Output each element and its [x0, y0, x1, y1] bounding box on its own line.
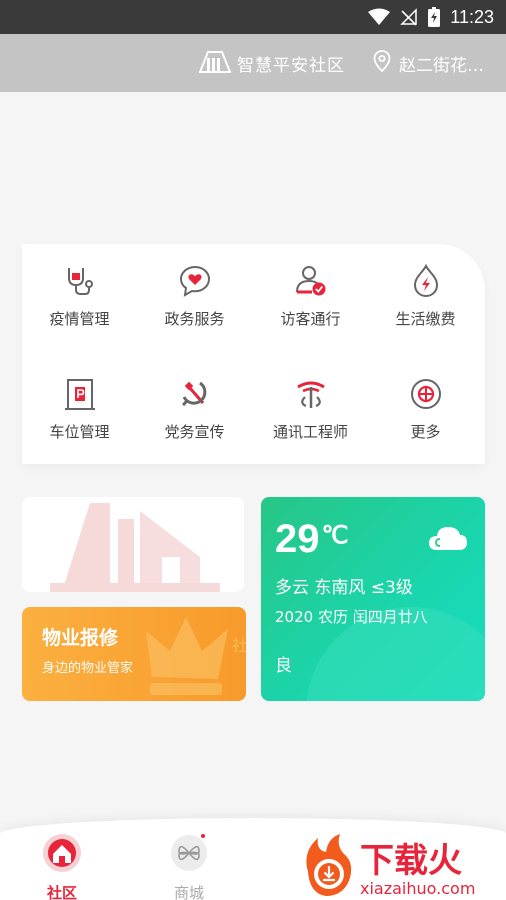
cloud-icon — [427, 523, 469, 557]
status-time: 11:23 — [450, 6, 494, 27]
weather-date: 2020 农历 闰四月廿八 — [275, 608, 428, 626]
temperature: 29℃ — [275, 517, 348, 562]
weather-description: 多云 东南风 ≤3级 — [275, 578, 413, 598]
service-government[interactable]: 政务服务 — [137, 244, 252, 344]
service-label: 疫情管理 — [49, 310, 110, 328]
flame-drop-icon — [409, 264, 443, 298]
battery-charging-icon — [428, 7, 441, 27]
brand-title: 智慧平安社区 — [237, 55, 345, 76]
party-emblem-icon — [178, 377, 212, 411]
temperature-value: 29 — [275, 517, 320, 561]
service-label: 更多 — [410, 423, 441, 441]
location-text: 赵二街花… — [399, 55, 484, 76]
stethoscope-icon — [63, 264, 97, 298]
location-selector[interactable]: 赵二街花… — [373, 50, 484, 76]
nav-tab-mall[interactable]: 商城 — [149, 832, 229, 900]
service-label: 通讯工程师 — [272, 423, 348, 441]
more-icon — [409, 377, 443, 411]
status-bar: 11:23 — [0, 0, 506, 34]
community-logo-card[interactable] — [22, 497, 244, 592]
home-icon — [41, 832, 83, 878]
no-signal-icon — [400, 8, 418, 26]
service-payment[interactable]: 生活缴费 — [368, 244, 483, 344]
parking-icon — [63, 377, 97, 411]
crown-decoration-icon: 社 — [146, 617, 246, 695]
heart-chat-icon — [178, 264, 212, 298]
service-visitor[interactable]: 访客通行 — [253, 244, 368, 344]
nav-label-community: 社区 — [46, 884, 77, 900]
mall-icon — [168, 832, 210, 878]
weather-card[interactable]: 29℃ 多云 东南风 ≤3级 2020 农历 闰四月廿八 良 — [261, 497, 485, 701]
temperature-unit: ℃ — [321, 522, 349, 549]
property-repair-card[interactable]: 社 物业报修 身边的物业管家 — [22, 607, 246, 701]
service-label: 党务宣传 — [164, 423, 225, 441]
location-pin-icon — [373, 50, 391, 76]
telecom-icon — [294, 377, 328, 411]
service-label: 生活缴费 — [395, 310, 456, 328]
service-label: 政务服务 — [164, 310, 225, 328]
service-parking[interactable]: 车位管理 — [22, 357, 137, 457]
app-header: 智慧平安社区 赵二街花… — [0, 34, 506, 92]
watermark-text: 下载火 — [360, 841, 462, 881]
site-watermark: 下载火 xiazaihuo.com — [300, 832, 506, 900]
svg-text:社: 社 — [232, 636, 246, 655]
building-logo-icon — [199, 49, 231, 77]
service-telecom[interactable]: 通讯工程师 — [253, 357, 368, 457]
service-label: 访客通行 — [280, 310, 341, 328]
brand: 智慧平安社区 — [199, 49, 345, 77]
service-more[interactable]: 更多 — [368, 357, 483, 457]
visitor-check-icon — [294, 264, 328, 298]
service-label: 车位管理 — [49, 423, 110, 441]
nav-label-mall: 商城 — [173, 884, 204, 900]
building-watermark-icon — [50, 503, 220, 592]
repair-title: 物业报修 — [42, 627, 119, 649]
watermark-url: xiazaihuo.com — [360, 879, 475, 898]
service-party[interactable]: 党务宣传 — [137, 357, 252, 457]
banner-area — [0, 92, 506, 242]
nav-tab-community[interactable]: 社区 — [22, 832, 102, 900]
repair-subtitle: 身边的物业管家 — [42, 661, 134, 676]
service-grid: 疫情管理 政务服务 访客通行 生活缴费 车位管理 党务宣传 通讯工程师 更多 — [22, 244, 485, 464]
wifi-icon — [368, 8, 391, 26]
service-epidemic[interactable]: 疫情管理 — [22, 244, 137, 344]
air-quality: 良 — [275, 656, 292, 676]
